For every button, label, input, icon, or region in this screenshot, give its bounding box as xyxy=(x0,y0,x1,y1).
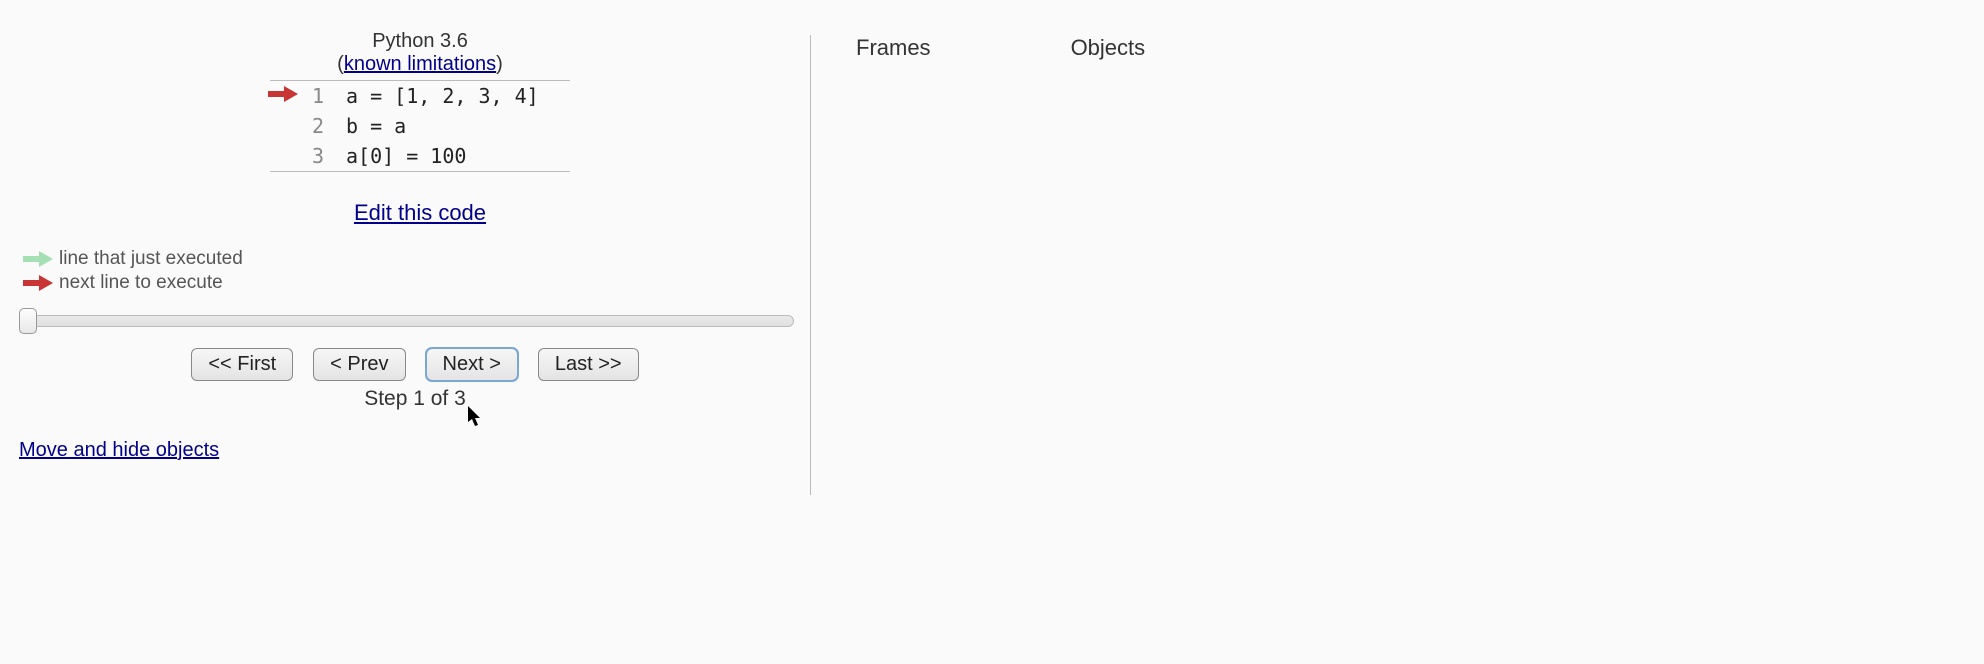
language-header: Python 3.6 (known limitations) xyxy=(270,30,570,76)
prev-button[interactable]: < Prev xyxy=(313,348,405,381)
legend-next-label: next line to execute xyxy=(59,272,223,294)
limitations-prefix: ( xyxy=(337,53,344,75)
code-text: a = [1, 2, 3, 4] xyxy=(330,81,570,112)
just-executed-arrow-icon xyxy=(23,251,53,267)
objects-heading: Objects xyxy=(1071,35,1146,61)
step-controls: << First < Prev Next > Last >> xyxy=(15,348,815,381)
line-number: 1 xyxy=(312,84,324,108)
frames-heading: Frames xyxy=(856,35,931,61)
code-row: 1 a = [1, 2, 3, 4] xyxy=(270,81,570,112)
last-button[interactable]: Last >> xyxy=(538,348,639,381)
code-gutter: 2 xyxy=(270,111,330,141)
first-button[interactable]: << First xyxy=(191,348,293,381)
slider-handle[interactable] xyxy=(19,308,37,334)
code-row: 3 a[0] = 100 xyxy=(270,141,570,172)
known-limitations-link[interactable]: known limitations xyxy=(344,53,496,75)
edit-code-link[interactable]: Edit this code xyxy=(354,200,486,225)
code-row: 2 b = a xyxy=(270,111,570,141)
code-text: b = a xyxy=(330,111,570,141)
step-slider[interactable] xyxy=(19,308,800,334)
code-gutter: 1 xyxy=(270,81,330,112)
code-gutter: 3 xyxy=(270,141,330,172)
limitations-suffix: ) xyxy=(496,53,503,75)
slider-track xyxy=(21,315,794,327)
line-number: 3 xyxy=(312,144,324,168)
next-line-arrow-icon xyxy=(23,275,53,291)
next-button[interactable]: Next > xyxy=(426,348,518,381)
move-hide-objects-link[interactable]: Move and hide objects xyxy=(19,439,219,461)
line-number: 2 xyxy=(312,114,324,138)
code-text: a[0] = 100 xyxy=(330,141,570,172)
visualization-headers: Frames Objects xyxy=(831,35,1964,61)
next-line-arrow-icon xyxy=(268,86,298,102)
step-indicator: Step 1 of 3 xyxy=(15,387,815,411)
language-name: Python 3.6 xyxy=(372,30,468,52)
code-listing: 1 a = [1, 2, 3, 4] 2 b = a 3 a[0] = 100 xyxy=(270,80,570,172)
legend-just-label: line that just executed xyxy=(59,248,243,270)
legend: line that just executed next line to exe… xyxy=(23,248,800,294)
